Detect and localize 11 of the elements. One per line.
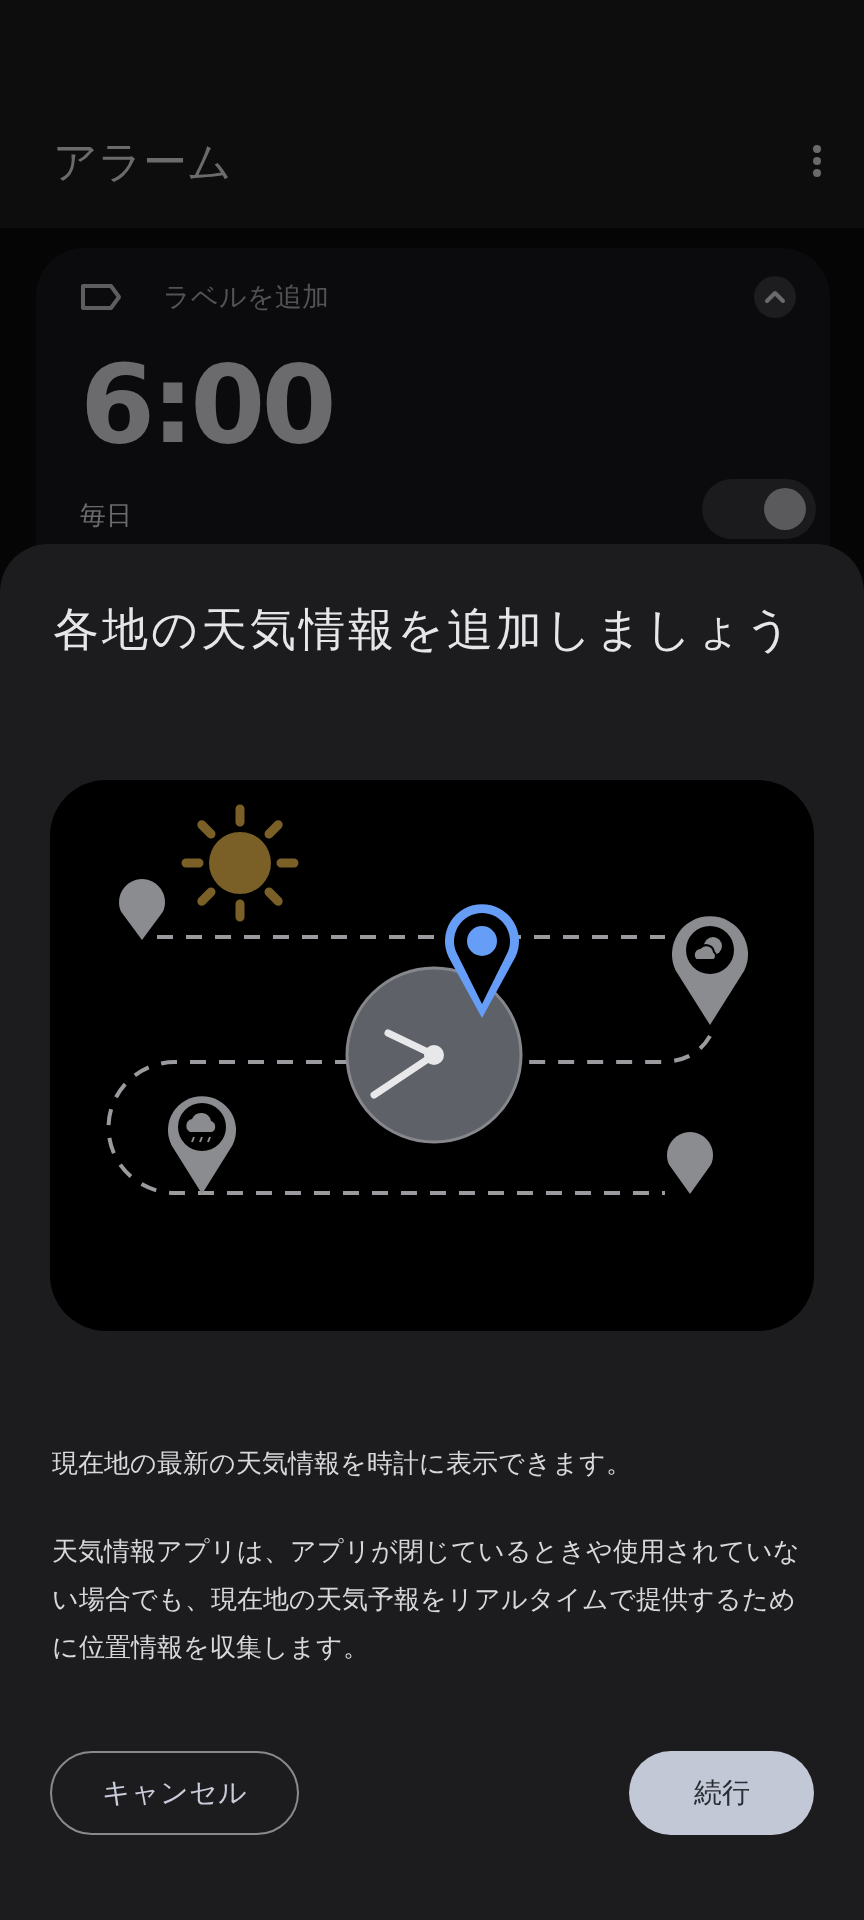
description-text: 天気情報アプリは、アプリが閉じているときや使用されていない場合でも、現在地の天気予報をリアルタイムで提供するために位置情報を収集します。 <box>52 1534 801 1664</box>
cancel-button[interactable]: キャンセル <box>50 1750 299 1835</box>
label-icon[interactable] <box>80 283 122 311</box>
description-text: 現在地の最新の天気情報を時計に表示できます。 <box>52 1446 633 1480</box>
repeat-text: 毎日 <box>80 499 132 533</box>
screen-title: アラーム <box>53 140 232 184</box>
more-options-icon[interactable] <box>812 144 822 178</box>
alarm-time[interactable]: 6:00 <box>80 346 796 465</box>
continue-button[interactable]: 続行 <box>629 1750 814 1835</box>
dialog-title: 各地の天気情報を追加しましょう <box>53 601 796 658</box>
collapse-icon[interactable] <box>754 276 796 318</box>
